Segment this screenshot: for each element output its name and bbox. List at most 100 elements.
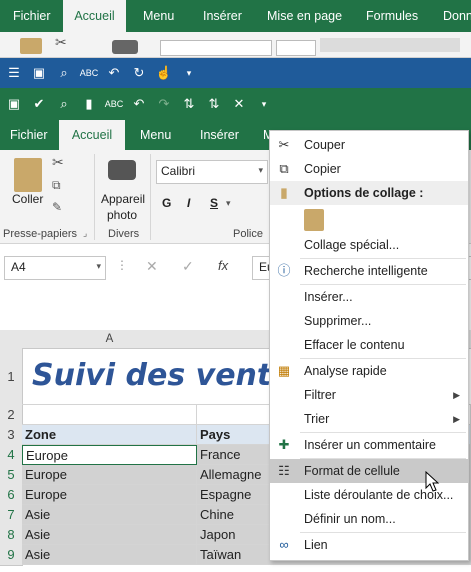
camera-icon[interactable] — [108, 160, 136, 180]
spelling-icon[interactable]: ABC — [78, 62, 100, 84]
tab-inserer[interactable]: Insérer — [200, 120, 239, 150]
menu-item-clear-contents[interactable]: Effacer le contenu — [270, 333, 468, 357]
row-header-8[interactable]: 8 — [0, 525, 23, 546]
menu-item-sort[interactable]: Trier ▶ — [270, 407, 468, 431]
sort-desc-icon[interactable]: ⇅ — [203, 93, 225, 115]
size-box[interactable] — [276, 40, 316, 56]
redo-icon: ↷ — [158, 96, 170, 111]
cell-a6[interactable]: Europe — [22, 485, 197, 505]
row-header-4[interactable]: 4 — [0, 445, 23, 466]
font-box[interactable] — [160, 40, 272, 56]
select-all-corner[interactable] — [0, 330, 23, 349]
copy-icon[interactable]: ⧉ — [52, 178, 61, 193]
bg-tab-accueil[interactable]: Accueil — [63, 0, 126, 32]
clipboard-icon — [20, 38, 42, 54]
context-menu: ✂ Couper ⧉ Copier ▮ Options de collage : Co… — [269, 130, 469, 561]
font-name-dropdown[interactable]: Calibri ▾ — [156, 160, 268, 184]
undo-icon[interactable]: ↶ — [128, 93, 150, 115]
bg-tab-inserer[interactable]: Insérer — [203, 0, 242, 32]
paste-option-icon[interactable] — [304, 209, 324, 231]
paste-label[interactable]: Coller — [12, 192, 43, 206]
enter-icon[interactable]: ✓ — [182, 258, 194, 275]
bg-tab-donnees[interactable]: Données — [443, 0, 471, 32]
cell-a8[interactable]: Asie — [22, 525, 197, 545]
preview-icon[interactable]: ⌕ — [53, 93, 75, 115]
menu-item-label: Couper — [304, 138, 345, 152]
info-icon: ⓘ — [277, 263, 291, 278]
bg-tab-formules[interactable]: Formules — [366, 0, 418, 32]
save-icon[interactable]: ▣ — [3, 93, 25, 115]
sheet-title: Suivi des ventes — [32, 358, 310, 393]
row-header-6[interactable]: 6 — [0, 485, 23, 506]
menu-item-paste-special[interactable]: Collage spécial... — [270, 233, 468, 257]
tab-fichier[interactable]: Fichier — [10, 120, 48, 150]
preview-icon[interactable]: ⌕ — [53, 62, 75, 84]
row-header-3[interactable]: 3 — [0, 425, 23, 446]
cell-a5[interactable]: Europe — [22, 465, 197, 485]
italic-button[interactable]: I — [187, 196, 190, 210]
menu-item-define-name[interactable]: Définir un nom... — [270, 507, 468, 531]
sort-asc-icon[interactable]: ⇅ — [178, 93, 200, 115]
undo-icon[interactable]: ↶ — [103, 62, 125, 84]
cell-a7[interactable]: Asie — [22, 505, 197, 525]
cell-a9[interactable]: Asie — [22, 545, 197, 565]
quick-access-toolbar-2: ▣ ✔ ⌕ ▮ ABC ↶ ↷ ⇅ ⇅ ✕ ▾ — [0, 88, 471, 120]
menu-item-insert-comment[interactable]: ✚ Insérer un commentaire — [270, 433, 468, 457]
format-buttons — [320, 38, 460, 52]
cell-a4[interactable]: Europe — [22, 445, 197, 465]
menu-item-cut[interactable]: ✂ Couper — [270, 133, 468, 157]
camera-label-1[interactable]: Appareil — [101, 192, 145, 206]
menu-item-copy[interactable]: ⧉ Copier — [270, 157, 468, 181]
divers-group-label: Divers — [108, 228, 140, 240]
submenu-arrow-icon: ▶ — [453, 414, 460, 424]
clear-icon[interactable]: ✕ — [228, 93, 250, 115]
paste-icon[interactable] — [14, 158, 42, 192]
check-icon[interactable]: ✔ — [28, 93, 50, 115]
dialog-launcher-icon[interactable]: ⌟ — [83, 228, 87, 239]
cancel-icon[interactable]: ✕ — [146, 258, 158, 275]
row-header-7[interactable]: 7 — [0, 505, 23, 526]
column-header-a[interactable]: A — [22, 330, 198, 349]
underline-button[interactable]: S — [210, 196, 218, 210]
row-header-9[interactable]: 9 — [0, 545, 23, 566]
header-zone[interactable]: Zone — [22, 425, 197, 445]
bg-tab-mise-en-page[interactable]: Mise en page — [267, 0, 342, 32]
copy-icon: ⧉ — [279, 161, 289, 176]
cell-a2[interactable] — [22, 405, 197, 425]
menu-icon[interactable]: ☰ — [3, 62, 25, 84]
row-header-5[interactable]: 5 — [0, 465, 23, 486]
bg-tab-fichier[interactable]: Fichier — [13, 0, 51, 32]
menu-item-smart-lookup[interactable]: ⓘ Recherche intelligente — [270, 259, 468, 283]
submenu-arrow-icon: ▶ — [453, 390, 460, 400]
tab-menu[interactable]: Menu — [140, 120, 171, 150]
row-header-1[interactable]: 1 — [0, 348, 23, 406]
chevron-down-icon[interactable]: ▾ — [226, 198, 231, 209]
menu-item-label: Insérer un commentaire — [304, 438, 437, 452]
scissors-icon[interactable]: ✂ — [52, 154, 64, 171]
touch-icon[interactable]: ☝ — [153, 62, 175, 84]
format-painter-icon[interactable]: ✎ — [52, 200, 62, 214]
tab-accueil[interactable]: Accueil — [59, 120, 125, 150]
group-separator — [150, 154, 151, 240]
refresh-icon[interactable]: ↻ — [128, 62, 150, 84]
save-icon[interactable]: ▣ — [28, 62, 50, 84]
menu-item-insert[interactable]: Insérer... — [270, 285, 468, 309]
bg-tab-menu[interactable]: Menu — [143, 0, 174, 32]
row-header-2[interactable]: 2 — [0, 405, 23, 426]
menu-item-delete[interactable]: Supprimer... — [270, 309, 468, 333]
customize-icon[interactable]: ▾ — [253, 93, 275, 115]
menu-item-label: Filtrer — [304, 388, 336, 402]
menu-item-link[interactable]: ∞ Lien — [270, 533, 468, 557]
name-box[interactable]: A4 ▾ — [4, 256, 106, 280]
spelling-icon[interactable]: ABC — [103, 93, 125, 115]
menu-item-filter[interactable]: Filtrer ▶ — [270, 383, 468, 407]
customize-icon[interactable]: ▾ — [178, 62, 200, 84]
comment-icon: ✚ — [278, 437, 290, 452]
camera-label-2[interactable]: photo — [107, 208, 137, 222]
menu-item-label: Effacer le contenu — [304, 338, 405, 352]
insert-function-icon[interactable]: fx — [218, 258, 228, 273]
bold-button[interactable]: G — [162, 196, 171, 210]
menu-item-quick-analysis[interactable]: ▦ Analyse rapide — [270, 359, 468, 383]
background-ribbon-tabs: Fichier Accueil Menu Insérer Mise en pag… — [0, 0, 471, 32]
chart-icon[interactable]: ▮ — [78, 93, 100, 115]
